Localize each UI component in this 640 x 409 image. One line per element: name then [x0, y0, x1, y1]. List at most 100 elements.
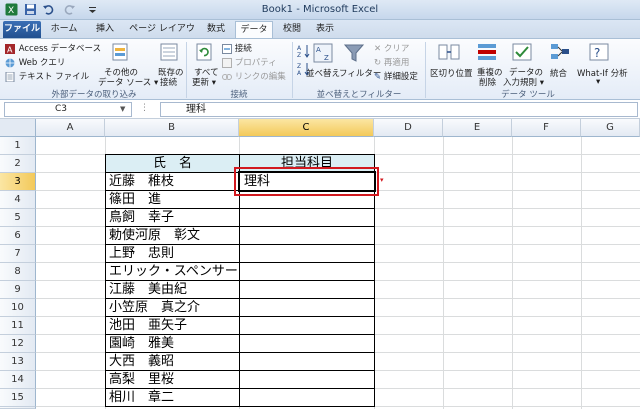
data-validation-icon[interactable] — [511, 42, 533, 62]
name-cell[interactable]: 相川 章二 — [106, 389, 239, 406]
row-header-9[interactable]: 9 — [0, 281, 36, 299]
clear-filter-button[interactable]: ✕ クリア — [374, 42, 409, 54]
column-header-a[interactable]: A — [36, 119, 105, 137]
name-cell[interactable]: 大西 義昭 — [106, 353, 239, 370]
tab-formulas[interactable]: 数式 — [201, 21, 231, 38]
refresh-all-icon[interactable] — [193, 42, 215, 62]
remove-duplicates-label-2[interactable]: 削除 — [479, 76, 496, 88]
row-header-8[interactable]: 8 — [0, 263, 36, 281]
name-cell[interactable]: 江藤 美由紀 — [106, 281, 239, 298]
name-cell[interactable]: エリック・スペンサー — [106, 263, 239, 280]
row-header-15[interactable]: 15 — [0, 389, 36, 407]
reapply-icon: ↻ — [374, 58, 384, 68]
text-label: テキスト ファイル — [18, 72, 90, 82]
row-header-6[interactable]: 6 — [0, 227, 36, 245]
name-cell[interactable]: 勅使河原 彰文 — [106, 227, 239, 244]
row-header-1[interactable]: 1 — [0, 137, 36, 155]
name-box[interactable]: C3 — [4, 102, 132, 117]
existing-connections-label-2[interactable]: 接続 — [160, 76, 177, 88]
name-cell[interactable]: 高梨 里桜 — [106, 371, 239, 388]
table-border — [105, 406, 375, 407]
svg-text:A: A — [297, 70, 302, 76]
column-header-c[interactable]: C — [239, 119, 374, 137]
text-file-button[interactable]: テキスト ファイル — [5, 70, 89, 82]
other-sources-icon[interactable] — [109, 42, 131, 62]
what-if-analysis-arrow[interactable]: ▾ — [596, 77, 600, 87]
svg-text:A: A — [7, 45, 13, 54]
web-query-button[interactable]: Web クエリ — [5, 56, 65, 68]
reapply-label: 再適用 — [383, 58, 410, 68]
consolidate-icon[interactable] — [550, 42, 570, 62]
text-to-columns-label[interactable]: 区切り位置 — [430, 67, 473, 79]
column-header-e[interactable]: E — [443, 119, 512, 137]
column-header-d[interactable]: D — [374, 119, 443, 137]
column-header-g[interactable]: G — [581, 119, 640, 137]
tab-page-layout[interactable]: ページ レイアウト — [126, 21, 198, 50]
row-header-13[interactable]: 13 — [0, 353, 36, 371]
formula-input[interactable]: 理科 — [160, 102, 638, 117]
other-sources-label-2[interactable]: データ ソース ▾ — [98, 76, 158, 88]
what-if-analysis-icon[interactable]: ? — [589, 42, 609, 62]
name-cell[interactable]: 近藤 稚枝 — [106, 173, 239, 190]
row-header-11[interactable]: 11 — [0, 317, 36, 335]
properties-button[interactable]: プロパティ — [222, 56, 277, 68]
tab-home[interactable]: ホーム — [45, 21, 83, 38]
row-header-5[interactable]: 5 — [0, 209, 36, 227]
name-cell[interactable]: 池田 亜矢子 — [106, 317, 239, 334]
name-cell[interactable]: 小笠原 真之介 — [106, 299, 239, 316]
row-header-3[interactable]: 3 — [0, 173, 36, 191]
svg-text:Z: Z — [297, 63, 301, 70]
consolidate-label[interactable]: 統合 — [550, 67, 567, 79]
connections-icon — [222, 43, 232, 54]
data-tools-group-label: データ ツール — [501, 90, 555, 100]
tab-insert[interactable]: 挿入 — [88, 21, 122, 38]
reapply-button[interactable]: ↻ 再適用 — [374, 56, 409, 68]
name-cell[interactable]: 園崎 雅美 — [106, 335, 239, 352]
row-header-2[interactable]: 2 — [0, 155, 36, 173]
tab-view[interactable]: 表示 — [310, 21, 340, 38]
connections-button[interactable]: 接続 — [222, 42, 252, 54]
existing-connections-icon[interactable] — [158, 42, 180, 62]
column-header-b[interactable]: B — [105, 119, 239, 137]
filter-icon[interactable] — [343, 42, 365, 64]
remove-duplicates-icon[interactable] — [476, 42, 498, 62]
sort-ascending-icon[interactable]: AZ — [297, 44, 311, 58]
window-title: Book1 - Microsoft Excel — [261, 4, 379, 15]
clear-label: クリア — [383, 44, 410, 54]
select-all-corner[interactable] — [0, 119, 36, 137]
row-header-4[interactable]: 4 — [0, 191, 36, 209]
link-icon — [222, 73, 232, 80]
refresh-all-label-2[interactable]: 更新 ▾ — [192, 76, 216, 88]
name-cell[interactable]: 鳥飼 幸子 — [106, 209, 239, 226]
name-cell[interactable]: 上野 忠則 — [106, 245, 239, 262]
header-name-cell[interactable]: 氏 名 — [106, 155, 239, 172]
tab-review[interactable]: 校閲 — [277, 21, 307, 38]
sort-dialog-icon[interactable]: AZ — [312, 43, 334, 63]
row-header-7[interactable]: 7 — [0, 245, 36, 263]
tab-data[interactable]: データ — [235, 21, 273, 38]
gridline — [581, 137, 582, 409]
column-header-f[interactable]: F — [512, 119, 581, 137]
svg-text:Z: Z — [297, 52, 301, 58]
dropdown-arrow-icon[interactable]: ▾ — [380, 175, 388, 185]
svg-text:A: A — [297, 45, 302, 52]
what-if-analysis-label[interactable]: What-If 分析 — [577, 67, 628, 79]
edit-links-label: リンクの編集 — [234, 72, 286, 82]
formula-bar-dots-icon: ⋮ — [140, 103, 149, 113]
sort-label[interactable]: 並べ替え — [306, 67, 340, 79]
connections-group-label: 接続 — [230, 90, 248, 100]
edit-links-button[interactable]: リンクの編集 — [222, 70, 286, 82]
worksheet-grid[interactable]: A B C D E F G 1 2 3 4 5 6 7 8 9 10 11 12… — [0, 119, 640, 409]
access-database-button[interactable]: A Access データベース — [5, 42, 101, 54]
name-box-dropdown-icon[interactable]: ▼ — [120, 105, 125, 113]
text-file-icon — [5, 71, 15, 82]
ribbon-separator — [186, 42, 187, 98]
name-cell[interactable]: 篠田 進 — [106, 191, 239, 208]
row-header-10[interactable]: 10 — [0, 299, 36, 317]
row-header-12[interactable]: 12 — [0, 335, 36, 353]
data-validation-label-2[interactable]: 入力規則 ▾ — [503, 76, 544, 88]
row-header-14[interactable]: 14 — [0, 371, 36, 389]
tab-file[interactable]: ファイル — [3, 21, 41, 38]
text-to-columns-icon[interactable] — [438, 42, 460, 62]
advanced-filter-button[interactable]: ✎ 詳細設定 — [374, 70, 418, 82]
